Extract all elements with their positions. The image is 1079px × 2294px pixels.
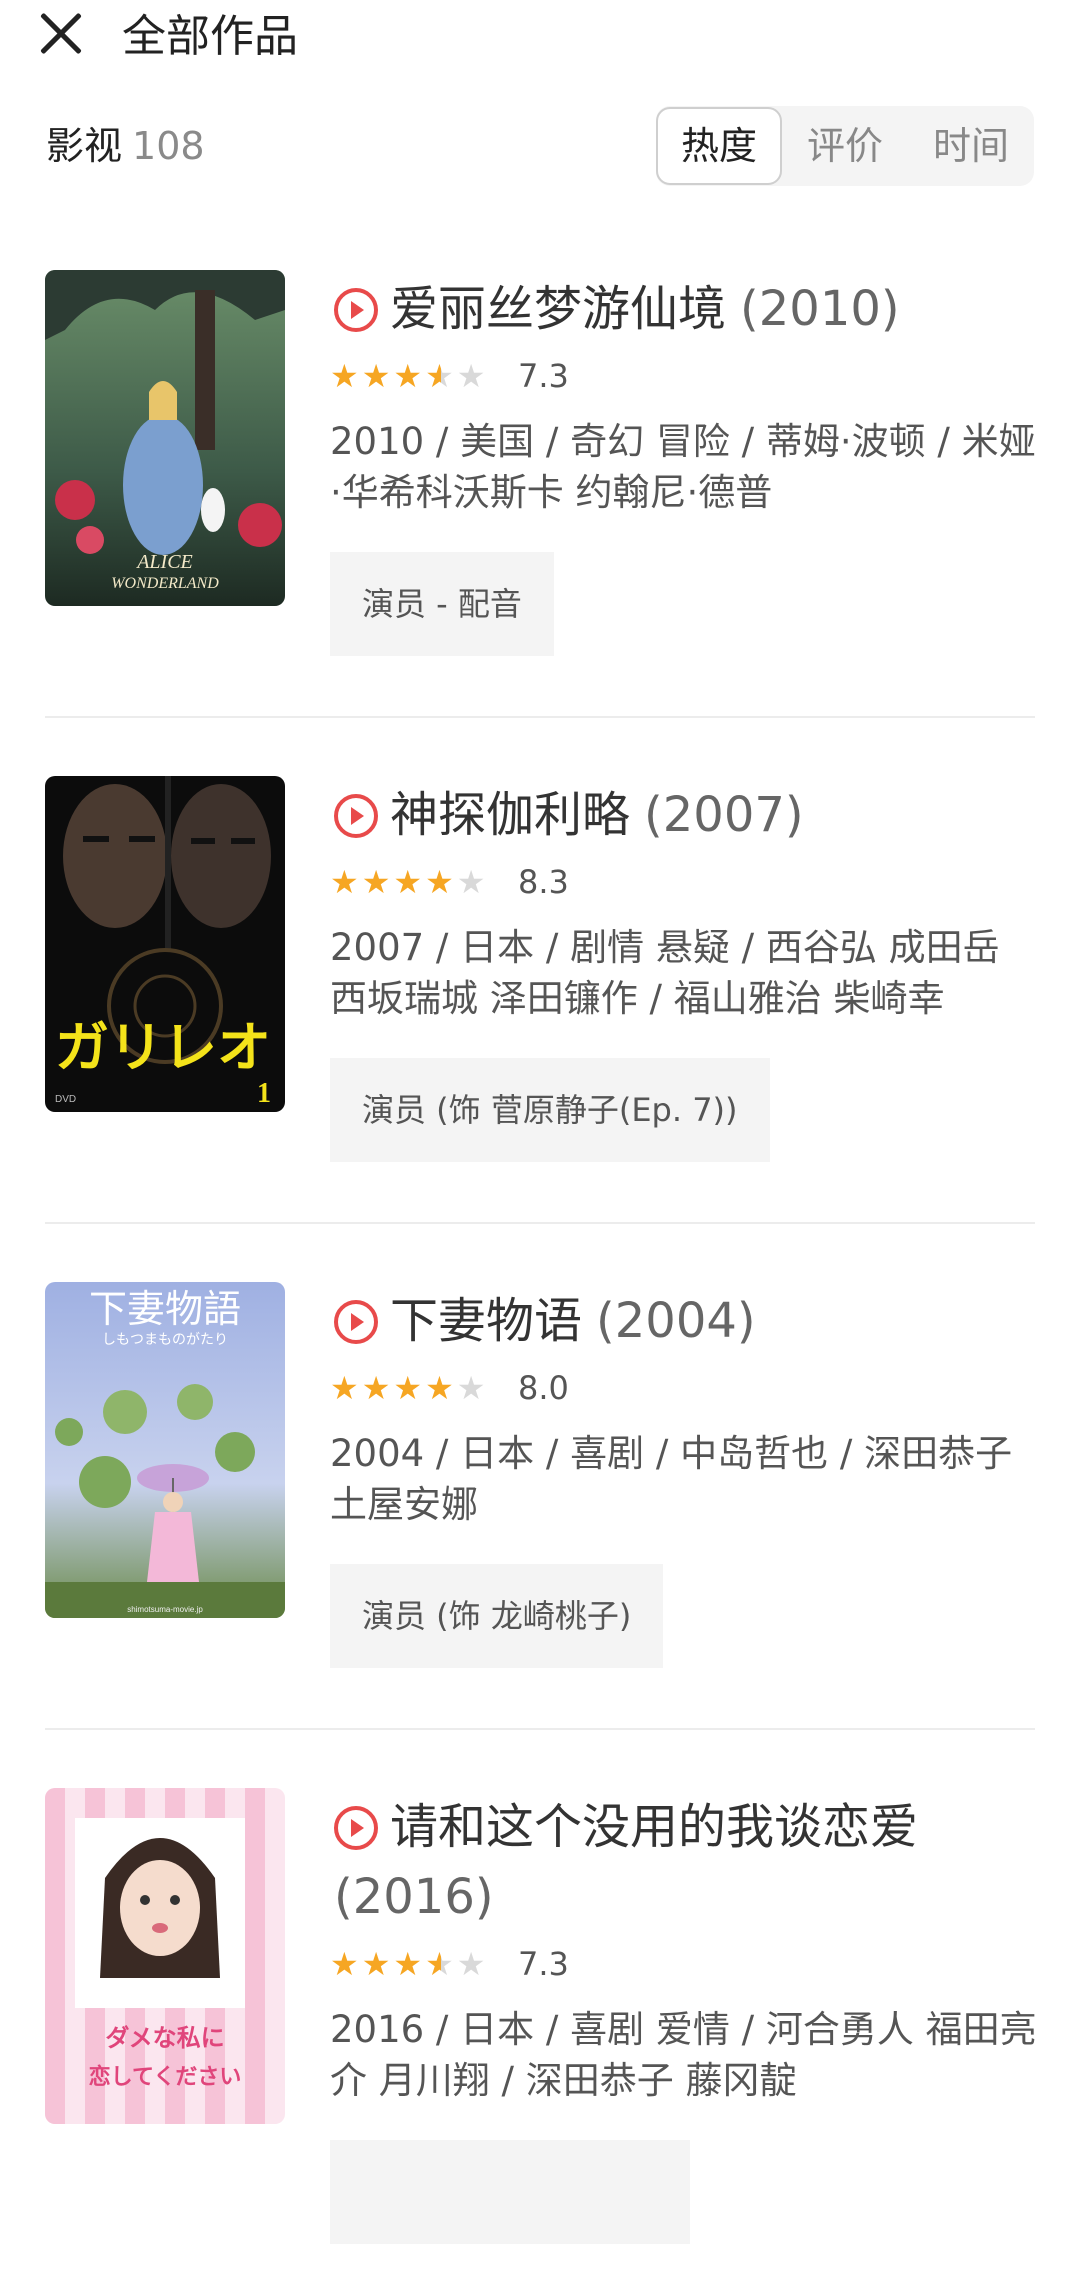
poster-image[interactable]: 下妻物語 しもつまものがたり shimotsuma-movie.jp <box>45 1282 285 1618</box>
role-badge: 演员 - 配音 <box>330 552 554 656</box>
work-title[interactable]: 下妻物语 (2004) <box>390 1286 1050 1356</box>
play-icon[interactable] <box>334 288 378 332</box>
svg-text:WONDERLAND: WONDERLAND <box>111 575 219 592</box>
divider <box>45 1222 1035 1224</box>
star-icon: ★ <box>393 863 426 901</box>
play-icon[interactable] <box>334 1300 378 1344</box>
svg-text:shimotsuma-movie.jp: shimotsuma-movie.jp <box>127 1605 203 1614</box>
rating-stars: ★★★★★ <box>330 1368 488 1408</box>
comedy-poster-icon: 下妻物語 しもつまものがたり shimotsuma-movie.jp <box>45 1282 285 1618</box>
divider <box>45 716 1035 718</box>
star-icon: ★ <box>425 863 457 901</box>
drama-poster-icon: ガリレオ 1 DVD <box>45 776 285 1112</box>
sort-tab-time[interactable]: 时间 <box>908 106 1034 186</box>
svg-text:ダメな私に: ダメな私に <box>105 2024 224 2052</box>
star-icon: ★ <box>425 1369 457 1407</box>
star-icon: ★ <box>361 357 394 395</box>
rating-score: 8.0 <box>518 1369 569 1407</box>
rating-stars: ★★★★★ <box>330 1944 488 1984</box>
poster-image[interactable]: ダメな私に 恋してください <box>45 1788 285 2124</box>
star-icon: ★ <box>361 863 394 901</box>
star-icon: ★ <box>393 357 426 395</box>
star-icon: ★ <box>361 1369 394 1407</box>
role-badge <box>330 2140 690 2244</box>
poster-image[interactable]: ガリレオ 1 DVD <box>45 776 285 1112</box>
work-title[interactable]: 请和这个没用的我谈恋爱 (2016) <box>334 1792 1050 1932</box>
star-empty-icon: ★ <box>456 863 489 901</box>
star-icon: ★ <box>330 357 362 395</box>
svg-text:1: 1 <box>257 1078 271 1109</box>
svg-text:しもつまものがたり: しもつまものがたり <box>102 1332 228 1348</box>
section-count: 108 <box>132 124 205 168</box>
rating-stars: ★★★★★ <box>330 862 488 902</box>
star-icon: ★ <box>361 1945 394 1983</box>
sort-tab-popularity[interactable]: 热度 <box>656 107 782 185</box>
play-icon[interactable] <box>334 1806 378 1850</box>
rating-score: 8.3 <box>518 863 569 901</box>
work-meta: 2010 / 美国 / 奇幻 冒险 / 蒂姆·波顿 / 米娅·华希科沃斯卡 约翰… <box>330 420 1036 514</box>
section-header: 影视 108 <box>46 118 205 174</box>
divider <box>45 1728 1035 1730</box>
rating-score: 7.3 <box>518 1945 569 1983</box>
star-empty-icon: ★ <box>456 1945 489 1983</box>
sort-tab-rating[interactable]: 评价 <box>782 106 908 186</box>
role-badge: 演员 (饰 菅原静子(Ep. 7)) <box>330 1058 770 1162</box>
work-item[interactable]: ALICE WONDERLAND 爱丽丝梦游仙境 (2010) ★★★★★ 7.3… <box>0 270 1079 776</box>
star-half-icon: ★ <box>425 357 457 395</box>
close-icon[interactable] <box>36 8 86 58</box>
star-empty-icon: ★ <box>456 1369 489 1407</box>
star-half-icon: ★ <box>425 1945 457 1983</box>
svg-text:DVD: DVD <box>55 1094 76 1105</box>
romance-poster-icon: ダメな私に 恋してください <box>45 1788 285 2124</box>
work-item[interactable]: ダメな私に 恋してください 请和这个没用的我谈恋爱 (2016) ★★★★★ 7.… <box>0 1788 1079 2294</box>
star-icon: ★ <box>330 1369 362 1407</box>
svg-text:ALICE: ALICE <box>135 551 193 573</box>
play-icon[interactable] <box>334 794 378 838</box>
star-icon: ★ <box>330 863 362 901</box>
work-meta: 2004 / 日本 / 喜剧 / 中岛哲也 / 深田恭子 土屋安娜 <box>330 1432 1013 1526</box>
fantasy-poster-icon: ALICE WONDERLAND <box>45 270 285 606</box>
work-meta: 2007 / 日本 / 剧情 悬疑 / 西谷弘 成田岳 西坂瑞城 泽田镰作 / … <box>330 926 1000 1020</box>
svg-text:下妻物語: 下妻物語 <box>89 1287 241 1331</box>
work-meta: 2016 / 日本 / 喜剧 爱情 / 河合勇人 福田亮介 月川翔 / 深田恭子… <box>330 2008 1037 2102</box>
rating-stars: ★★★★★ <box>330 356 488 396</box>
star-empty-icon: ★ <box>456 357 489 395</box>
role-badge: 演员 (饰 龙崎桃子) <box>330 1564 664 1668</box>
work-title[interactable]: 爱丽丝梦游仙境 (2010) <box>390 274 1050 344</box>
work-item[interactable]: ガリレオ 1 DVD 神探伽利略 (2007) ★★★★★ 8.3 2007 / … <box>0 776 1079 1282</box>
work-title[interactable]: 神探伽利略 (2007) <box>390 780 1050 850</box>
star-icon: ★ <box>393 1369 426 1407</box>
svg-text:ガリレオ: ガリレオ <box>55 1016 271 1079</box>
sort-segmented-control: 热度 评价 时间 <box>656 106 1034 186</box>
work-item[interactable]: 下妻物語 しもつまものがたり shimotsuma-movie.jp 下妻物语(… <box>0 1282 1079 1788</box>
poster-image[interactable]: ALICE WONDERLAND <box>45 270 285 606</box>
top-bar: 全部作品 <box>0 0 1079 80</box>
section-label: 影视 <box>46 124 123 168</box>
rating-score: 7.3 <box>518 357 569 395</box>
star-icon: ★ <box>393 1945 426 1983</box>
star-icon: ★ <box>330 1945 362 1983</box>
page-title: 全部作品 <box>122 11 298 62</box>
svg-text:恋してください: 恋してください <box>89 2064 242 2090</box>
